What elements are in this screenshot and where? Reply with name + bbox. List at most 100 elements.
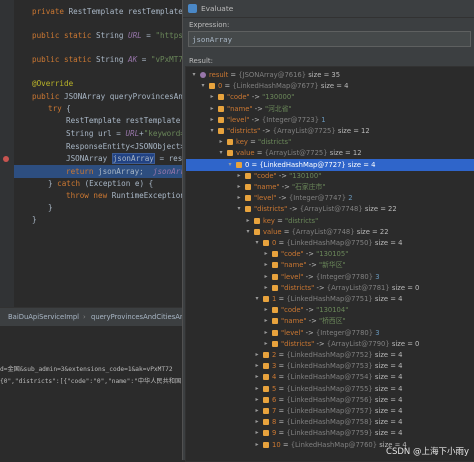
field-icon <box>272 284 278 291</box>
tree-row[interactable]: ▾ "districts" -> {ArrayList@7748} size = … <box>186 203 474 215</box>
tree-row[interactable]: ▸ 4 = {LinkedHashMap@7754} size = 4 <box>186 371 474 383</box>
tree-row[interactable]: ▸ 2 = {LinkedHashMap@7752} size = 4 <box>186 349 474 361</box>
chevron-right-icon[interactable]: ▸ <box>253 383 261 395</box>
field-icon <box>209 83 215 90</box>
tree-operator: = <box>276 362 287 371</box>
tree-row[interactable]: ▸ "code" -> "130000" <box>186 91 474 103</box>
chevron-down-icon[interactable]: ▾ <box>253 237 261 249</box>
chevron-right-icon[interactable]: ▸ <box>253 416 261 428</box>
tree-row-text: 1 = {LinkedHashMap@7751} size = 4 <box>272 293 402 305</box>
tree-row[interactable]: ▸ "code" -> "130100" <box>186 170 474 182</box>
tree-key: "level" <box>254 194 277 203</box>
expression-field[interactable] <box>188 31 471 47</box>
tree-row[interactable]: ▸ "name" -> "新华区" <box>186 259 474 271</box>
dialog-title-bar[interactable]: Evaluate <box>183 0 474 18</box>
chevron-right-icon[interactable]: ▸ <box>244 215 252 227</box>
code-token: = <box>141 31 156 40</box>
tree-row[interactable]: ▸ 6 = {LinkedHashMap@7756} size = 4 <box>186 394 474 406</box>
chevron-right-icon[interactable]: ▸ <box>208 103 216 115</box>
chevron-right-icon[interactable]: ▸ <box>235 181 243 193</box>
keyword-token: public static <box>32 55 92 64</box>
chevron-right-icon[interactable]: ▸ <box>208 91 216 103</box>
tree-string-value: "130000" <box>262 93 295 102</box>
tree-row[interactable]: ▾ result = {JSONArray@7616} size = 35 <box>186 69 474 81</box>
breakpoint-icon[interactable] <box>3 156 9 162</box>
tree-row[interactable]: ▸ "districts" -> {ArrayList@7790} size = … <box>186 338 474 350</box>
chevron-down-icon[interactable]: ▾ <box>244 226 252 238</box>
inline-value-token: jsonArray <box>152 167 182 176</box>
chevron-right-icon[interactable]: ▸ <box>262 248 270 260</box>
tree-row[interactable]: ▾ value = {ArrayList@7748} size = 22 <box>186 226 474 238</box>
chevron-right-icon[interactable]: ▸ <box>253 439 261 451</box>
tree-row[interactable]: ▾ value = {ArrayList@7725} size = 12 <box>186 147 474 159</box>
chevron-right-icon[interactable]: ▸ <box>262 338 270 350</box>
chevron-right-icon[interactable]: ▸ <box>235 192 243 204</box>
expression-input[interactable] <box>192 33 462 45</box>
tree-row[interactable]: ▸ key = "districts" <box>186 136 474 148</box>
tree-row[interactable]: ▸ "name" -> "石家庄市" <box>186 181 474 193</box>
tree-row-text: 7 = {LinkedHashMap@7757} size = 4 <box>272 405 402 417</box>
chevron-right-icon[interactable]: ▸ <box>262 327 270 339</box>
chevron-right-icon[interactable]: ▸ <box>208 114 216 126</box>
console-output[interactable]: d=金国&sub_admin=3&extensions_code=1&ak=vP… <box>0 326 182 460</box>
chevron-right-icon[interactable]: ▸ <box>253 427 261 439</box>
tree-type: {LinkedHashMap@7758} <box>286 418 373 427</box>
chevron-right-icon[interactable]: ▸ <box>253 371 261 383</box>
breadcrumb-class[interactable]: BaiDuApiServiceImpl <box>8 313 79 321</box>
tree-row[interactable]: ▾ 0 = {LinkedHashMap@7677} size = 4 <box>186 80 474 92</box>
chevron-right-icon[interactable]: ▸ <box>235 170 243 182</box>
chevron-right-icon[interactable]: ▸ <box>253 405 261 417</box>
chevron-right-icon[interactable]: ▸ <box>217 136 225 148</box>
chevron-right-icon[interactable]: ▸ <box>262 304 270 316</box>
chevron-down-icon[interactable]: ▾ <box>226 159 234 171</box>
tree-row[interactable]: ▸ 9 = {LinkedHashMap@7759} size = 4 <box>186 427 474 439</box>
editor-gutter[interactable] <box>0 0 14 307</box>
chevron-right-icon[interactable]: ▸ <box>253 349 261 361</box>
tree-row[interactable]: ▾ "districts" -> {ArrayList@7725} size = … <box>186 125 474 137</box>
tree-row[interactable]: ▾ 0 = {LinkedHashMap@7727} size = 4 <box>186 158 474 171</box>
code-line: } <box>32 214 37 226</box>
breadcrumb-method[interactable]: queryProvincesAndCitiesAnd <box>91 313 189 321</box>
chevron-down-icon[interactable]: ▾ <box>199 80 207 92</box>
tree-row[interactable]: ▸ "code" -> "130105" <box>186 248 474 260</box>
tree-row[interactable]: ▸ "level" -> {Integer@7780} 3 <box>186 327 474 339</box>
chevron-down-icon[interactable]: ▾ <box>253 293 261 305</box>
chevron-down-icon[interactable]: ▾ <box>190 69 198 81</box>
tree-row-text: 3 = {LinkedHashMap@7753} size = 4 <box>272 360 402 372</box>
tree-row[interactable]: ▸ 8 = {LinkedHashMap@7758} size = 4 <box>186 416 474 428</box>
tree-row[interactable]: ▸ key = "districts" <box>186 215 474 227</box>
tree-row[interactable]: ▸ "name" -> "河北省" <box>186 103 474 115</box>
chevron-down-icon[interactable]: ▾ <box>235 203 243 215</box>
tree-row[interactable]: ▾ 0 = {LinkedHashMap@7750} size = 4 <box>186 237 474 249</box>
tree-row[interactable]: ▸ "name" -> "桥西区" <box>186 315 474 327</box>
tree-row[interactable]: ▸ 5 = {LinkedHashMap@7755} size = 4 <box>186 383 474 395</box>
tree-row[interactable]: ▸ "level" -> {Integer@7747} 2 <box>186 192 474 204</box>
tree-key: "code" <box>227 93 250 102</box>
chevron-right-icon[interactable]: ▸ <box>262 271 270 283</box>
tree-row[interactable]: ▸ "code" -> "130104" <box>186 304 474 316</box>
tree-row[interactable]: ▸ "districts" -> {ArrayList@7781} size = … <box>186 282 474 294</box>
chevron-down-icon[interactable]: ▾ <box>208 125 216 137</box>
tree-row[interactable]: ▸ 3 = {LinkedHashMap@7753} size = 4 <box>186 360 474 372</box>
tree-type: {ArrayList@7748} <box>299 205 363 214</box>
tree-operator: = <box>222 82 233 91</box>
chevron-right-icon[interactable]: ▸ <box>253 394 261 406</box>
code-editor[interactable]: private RestTemplate restTemplate; public… <box>0 0 182 307</box>
tree-operator: -> <box>260 127 273 135</box>
tree-operator: = <box>276 351 287 359</box>
code-line: } catch (Exception e) { <box>48 178 153 190</box>
selected-token: jsonArray <box>111 153 155 164</box>
field-icon <box>245 184 251 190</box>
result-tree[interactable]: ▾ result = {JSONArray@7616} size = 35 ▾ 0 =… <box>185 66 474 462</box>
chevron-right-icon[interactable]: ▸ <box>262 259 270 271</box>
chevron-right-icon[interactable]: ▸ <box>262 315 270 327</box>
chevron-right-icon[interactable]: ▸ <box>253 360 261 372</box>
tree-row[interactable]: ▸ 7 = {LinkedHashMap@7757} size = 4 <box>186 405 474 417</box>
tree-row[interactable]: ▾ 1 = {LinkedHashMap@7751} size = 4 <box>186 293 474 305</box>
field-icon <box>227 139 233 146</box>
tree-row[interactable]: ▸ "level" -> {Integer@7780} 3 <box>186 271 474 283</box>
tree-operator: = <box>280 440 291 449</box>
chevron-right-icon[interactable]: ▸ <box>262 282 270 294</box>
tree-row[interactable]: ▸ "level" -> {Integer@7723} 1 <box>186 114 474 126</box>
chevron-down-icon[interactable]: ▾ <box>217 147 225 159</box>
